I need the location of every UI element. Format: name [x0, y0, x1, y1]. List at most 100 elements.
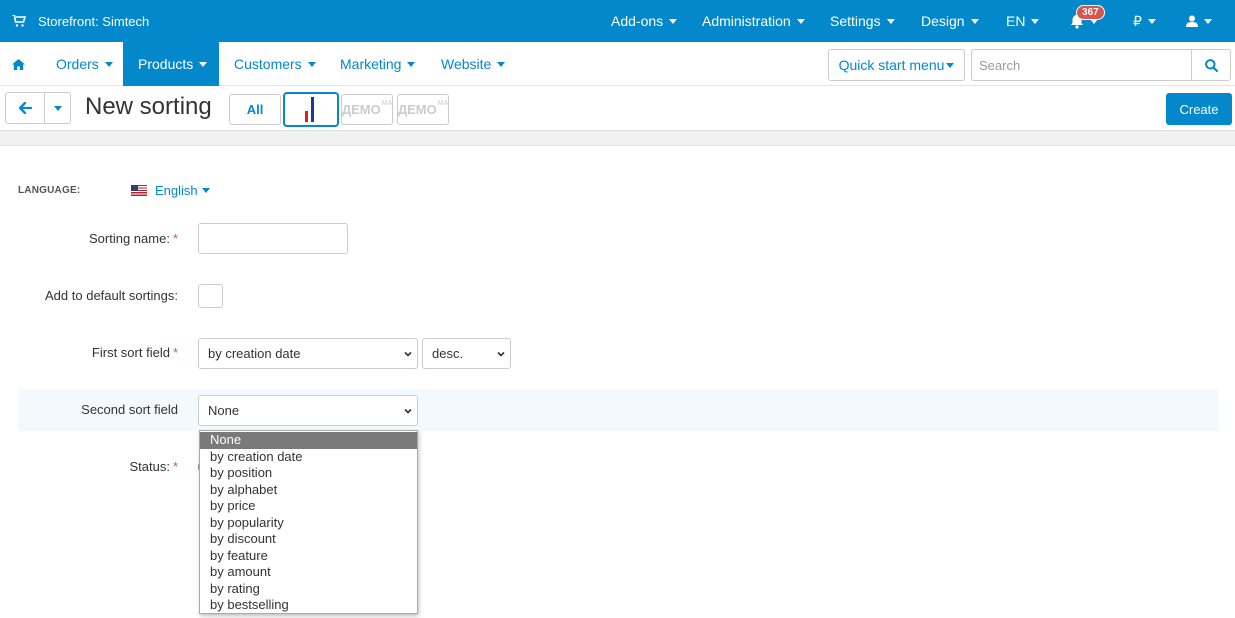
chevron-down-icon: [1031, 18, 1040, 24]
demo-label: ДЕМО: [397, 102, 437, 117]
menu-language-label: EN: [1006, 13, 1026, 29]
nav-website-label: Website: [441, 56, 492, 72]
second-sort-select[interactable]: None: [198, 395, 418, 426]
dropdown-option[interactable]: by bestselling: [200, 597, 417, 614]
storefront-link[interactable]: Storefront: Simtech: [12, 0, 149, 42]
user-icon: [1186, 15, 1198, 27]
add-default-checkbox[interactable]: [198, 284, 223, 308]
storefront-demo-button-2[interactable]: ДЕМО MA: [397, 94, 449, 125]
home-button[interactable]: [12, 42, 28, 86]
back-dropdown-button[interactable]: [44, 92, 71, 124]
quick-start-menu-button[interactable]: Quick start menu: [828, 49, 965, 81]
storefront-chart-button[interactable]: [283, 92, 339, 127]
required-mark: *: [172, 459, 178, 474]
search-button[interactable]: [1191, 49, 1231, 81]
chevron-down-icon: [404, 351, 412, 357]
storefront-demo-button-1[interactable]: ДЕМО MA: [341, 94, 393, 125]
menu-language[interactable]: EN: [1006, 0, 1040, 42]
required-mark: *: [172, 345, 178, 360]
all-label: All: [246, 102, 264, 117]
chevron-down-icon: [796, 18, 805, 24]
dropdown-option[interactable]: None: [200, 432, 417, 449]
home-icon: [12, 58, 25, 70]
chevron-down-icon: [199, 61, 208, 67]
chevron-down-icon: [497, 61, 506, 67]
dropdown-option[interactable]: by price: [200, 498, 417, 515]
second-sort-label: Second sort field: [81, 402, 178, 417]
first-sort-label: First sort field *: [92, 345, 178, 360]
storefront-label: Storefront: Simtech: [38, 13, 150, 29]
demo-sup: MA: [381, 100, 393, 107]
nav-marketing-label: Marketing: [340, 56, 402, 72]
notifications-badge: 367: [1076, 5, 1105, 20]
nav-products-label: Products: [138, 56, 194, 72]
nav-customers-label: Customers: [234, 56, 302, 72]
nav-orders[interactable]: Orders: [56, 42, 113, 86]
menu-currency[interactable]: ₽: [1133, 0, 1156, 42]
menu-design-label: Design: [921, 13, 965, 29]
demo-label: ДЕМО: [341, 102, 381, 117]
cart-icon: [12, 15, 26, 27]
menu-administration[interactable]: Administration: [702, 0, 805, 42]
chevron-down-icon: [104, 61, 113, 67]
currency-label: ₽: [1133, 12, 1142, 29]
sorting-name-label: Sorting name: *: [89, 231, 178, 246]
menu-addons[interactable]: Add-ons: [611, 0, 678, 42]
required-mark: *: [172, 231, 178, 246]
sorting-name-label-text: Sorting name:: [89, 231, 170, 246]
storefront-all-button[interactable]: All: [229, 94, 281, 125]
create-button[interactable]: Create: [1166, 93, 1232, 125]
dropdown-option[interactable]: by creation date: [200, 449, 417, 466]
nav-marketing[interactable]: Marketing: [340, 42, 416, 86]
first-sort-select[interactable]: by creation date: [198, 338, 418, 369]
toolbar-shadow-strip: [0, 131, 1235, 146]
chevron-down-icon: [53, 105, 62, 111]
menu-addons-label: Add-ons: [611, 13, 664, 29]
menu-design[interactable]: Design: [921, 0, 979, 42]
dropdown-option[interactable]: by alphabet: [200, 482, 417, 499]
menu-settings-label: Settings: [830, 13, 881, 29]
status-label: Status: *: [129, 459, 178, 474]
menu-administration-label: Administration: [702, 13, 791, 29]
main-nav: Orders Products Customers Marketing Webs…: [0, 42, 1235, 86]
first-sort-order-value: desc.: [432, 346, 464, 361]
first-sort-order-select[interactable]: desc.: [422, 338, 511, 369]
nav-orders-label: Orders: [56, 56, 99, 72]
dropdown-option[interactable]: by rating: [200, 581, 417, 598]
page-toolbar: New sorting All ДЕМО MA ДЕМО MA Create: [0, 86, 1235, 131]
sorting-name-input[interactable]: [198, 223, 348, 254]
language-selector[interactable]: English: [131, 183, 210, 198]
dropdown-option[interactable]: by popularity: [200, 515, 417, 532]
page-title: New sorting: [85, 93, 212, 120]
nav-website[interactable]: Website: [441, 42, 506, 86]
chevron-down-icon: [946, 62, 955, 68]
chevron-down-icon: [201, 188, 210, 193]
status-label-text: Status:: [129, 459, 170, 474]
search-input[interactable]: [971, 49, 1192, 81]
first-sort-label-text: First sort field: [91, 345, 170, 360]
first-sort-value: by creation date: [208, 346, 301, 361]
arrow-left-icon: [18, 102, 32, 114]
nav-customers[interactable]: Customers: [234, 42, 316, 86]
chevron-down-icon: [970, 18, 979, 24]
add-default-label: Add to default sortings:: [45, 288, 178, 303]
language-value: English: [155, 183, 198, 198]
dropdown-option[interactable]: by amount: [200, 564, 417, 581]
language-label: LANGUAGE:: [18, 185, 81, 196]
top-bar: Storefront: Simtech Add-ons Administrati…: [0, 0, 1235, 42]
chevron-down-icon: [886, 18, 895, 24]
bar-chart-icon: [305, 97, 314, 122]
quick-start-label: Quick start menu: [838, 57, 945, 73]
menu-user[interactable]: [1186, 0, 1212, 42]
create-label: Create: [1179, 101, 1219, 117]
dropdown-option[interactable]: by discount: [200, 531, 417, 548]
dropdown-option[interactable]: by position: [200, 465, 417, 482]
second-sort-dropdown-list: None by creation date by position by alphab…: [199, 430, 418, 614]
nav-products[interactable]: Products: [123, 42, 219, 86]
menu-settings[interactable]: Settings: [830, 0, 895, 42]
chevron-down-icon: [1147, 18, 1156, 24]
chevron-down-icon: [669, 18, 678, 24]
back-button[interactable]: [5, 92, 45, 124]
us-flag-icon: [131, 185, 147, 196]
dropdown-option[interactable]: by feature: [200, 548, 417, 565]
